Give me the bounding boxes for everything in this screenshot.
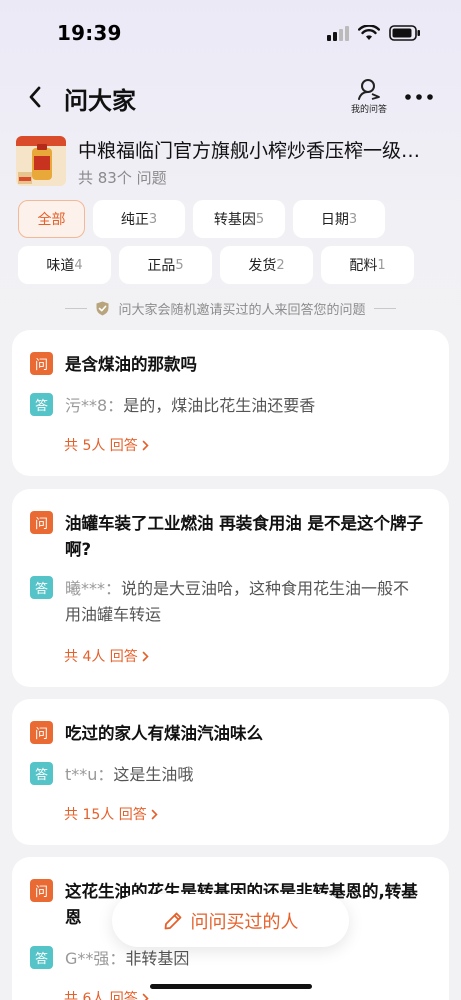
filter-label: 全部 [37,212,66,228]
answer-content: 这是生油哦 [113,765,194,784]
filter-chips: 全部 纯正 3 转基因 5 日期 3 味道 4 正品 5 发货 2 配料 1 [18,200,443,292]
answer-text: 污**8：是的，煤油比花生油还要香 [65,393,425,419]
filter-count: 4 [74,257,83,273]
filter-chip-shipping[interactable]: 发货 2 [220,246,313,284]
answer-row: 答 G**强：非转基因 [30,946,425,972]
answer-count: 共 6人 回答 [64,991,138,1000]
answer-count: 共 15人 回答 [64,807,147,823]
battery-icon [389,25,420,41]
answer-row: 答 曦***：说的是大豆油哈，这种食用花生油一般不用油罐车转运 [30,576,425,628]
question-row: 问 油罐车装了工业燃油 再装食用油 是不是这个牌子啊? [30,511,425,563]
answer-content: 是的，煤油比花生油还要香 [123,396,316,415]
filter-count: 3 [148,211,158,227]
question-card[interactable]: 问 是含煤油的那款吗 答 污**8：是的，煤油比花生油还要香 共 5人 回答 [12,330,449,476]
question-badge: 问 [30,721,53,744]
divider [65,307,88,309]
question-badge: 问 [30,511,53,534]
question-text: 吃过的家人有煤油汽油味么 [65,724,263,743]
nav-bar: 问大家 我的问答 [0,64,461,128]
chevron-left-icon [29,86,41,108]
product-title: 中粮福临门官方旗舰小榨炒香压榨一级… [78,140,421,162]
answer-count: 共 5人 回答 [64,438,138,454]
product-thumbnail[interactable] [16,136,66,186]
filter-label: 转基因 [213,212,256,228]
answer-user: G**强： [65,949,126,968]
product-header[interactable]: 中粮福临门官方旗舰小榨炒香压榨一级… 共 83个 问题 [16,134,446,190]
answer-text: G**强：非转基因 [65,946,425,972]
page-title: 问大家 [64,87,136,115]
filter-chip-all[interactable]: 全部 [18,200,85,238]
more-dots-icon [405,94,433,100]
answer-user: 污**8： [65,396,124,415]
divider [373,307,396,309]
more-options-button[interactable] [402,86,436,108]
answer-badge: 答 [30,393,53,416]
invite-notice: 问大家会随机邀请买过的人来回答您的问题 [0,296,461,320]
question-count: 共 83个 问题 [78,169,167,187]
answer-row: 答 t**u：这是生油哦 [30,762,425,788]
chevron-right-icon [142,440,149,450]
view-answers-link[interactable]: 共 5人 回答 [64,435,149,455]
question-badge: 问 [30,352,53,375]
notice-text: 问大家会随机邀请买过的人来回答您的问题 [118,302,366,318]
question-row: 问 吃过的家人有煤油汽油味么 [30,721,425,747]
ask-buyers-button[interactable]: 问问买过的人 [112,894,349,947]
filter-count: 3 [348,211,358,227]
status-icons [327,25,421,41]
filter-label: 发货 [248,258,277,274]
wifi-icon [358,25,380,40]
view-answers-link[interactable]: 共 4人 回答 [64,646,149,666]
answer-content: 非转基因 [125,949,190,968]
back-button[interactable] [20,82,50,112]
answer-badge: 答 [30,576,53,599]
question-card[interactable]: 问 吃过的家人有煤油汽油味么 答 t**u：这是生油哦 共 15人 回答 [12,699,449,845]
answer-count: 共 4人 回答 [64,649,138,665]
shield-check-icon [96,301,109,315]
user-question-icon [358,79,380,100]
chevron-right-icon [142,993,149,1000]
view-answers-link[interactable]: 共 15人 回答 [64,804,158,824]
filter-chip-gmo[interactable]: 转基因 5 [193,200,285,238]
answer-text: 曦***：说的是大豆油哈，这种食用花生油一般不用油罐车转运 [65,576,425,628]
chevron-right-icon [142,651,149,661]
answer-badge: 答 [30,946,53,969]
filter-label: 纯正 [120,212,149,228]
question-text: 油罐车装了工业燃油 再装食用油 是不是这个牌子啊? [65,514,423,559]
filter-count: 5 [175,257,184,273]
oil-bottle-image [16,136,66,186]
answer-row: 答 污**8：是的，煤油比花生油还要香 [30,393,425,419]
answer-user: t**u： [65,765,114,784]
answer-user: 曦***： [65,579,122,598]
question-card[interactable]: 问 油罐车装了工业燃油 再装食用油 是不是这个牌子啊? 答 曦***：说的是大豆… [12,489,449,687]
filter-label: 正品 [147,258,176,274]
cellular-signal-icon [327,26,349,41]
view-answers-link[interactable]: 共 6人 回答 [64,988,149,1000]
question-text: 是含煤油的那款吗 [65,355,197,374]
ask-buyers-label: 问问买过的人 [190,911,299,933]
filter-label: 日期 [320,212,349,228]
question-row: 问 是含煤油的那款吗 [30,352,425,378]
question-badge: 问 [30,879,53,902]
home-indicator[interactable] [150,984,312,989]
status-time: 19:39 [57,21,122,45]
filter-label: 配料 [349,258,378,274]
filter-chip-taste[interactable]: 味道 4 [18,246,111,284]
filter-chip-ingredients[interactable]: 配料 1 [321,246,414,284]
filter-count: 2 [276,257,285,273]
answer-badge: 答 [30,762,53,785]
answer-text: t**u：这是生油哦 [65,762,425,788]
chevron-right-icon [151,809,158,819]
pencil-icon [164,912,181,929]
filter-count: 1 [377,257,386,273]
my-questions-button[interactable]: 我的问答 [344,78,394,115]
my-questions-label: 我的问答 [350,105,387,115]
filter-chip-authentic[interactable]: 正品 5 [119,246,212,284]
filter-count: 5 [255,211,265,227]
filter-chip-pure[interactable]: 纯正 3 [93,200,185,238]
filter-chip-date[interactable]: 日期 3 [293,200,385,238]
status-bar: 19:39 [0,0,461,64]
filter-label: 味道 [46,258,75,274]
